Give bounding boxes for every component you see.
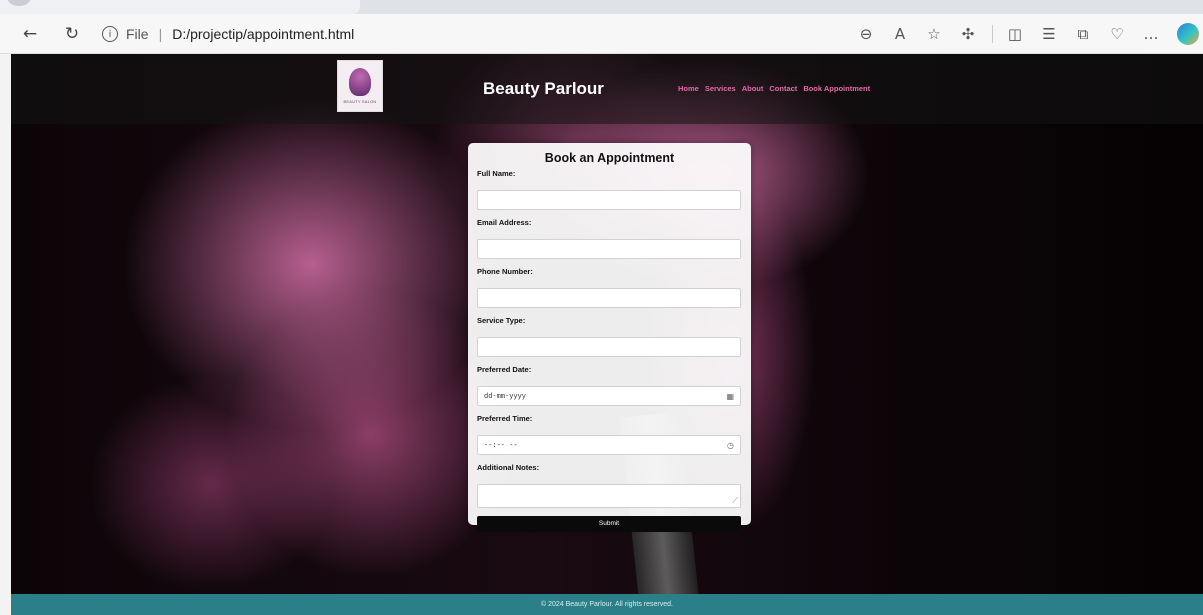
extensions-icon[interactable]: ✣ (956, 22, 980, 46)
refresh-icon[interactable]: ↻ (60, 22, 84, 46)
copilot-icon[interactable] (1177, 23, 1199, 45)
resize-grip-icon[interactable]: ⟋ (732, 496, 738, 506)
clock-icon[interactable]: ◷ (727, 441, 734, 450)
tab-strip (0, 0, 1203, 14)
split-screen-icon[interactable]: ◫ (1003, 22, 1027, 46)
full-name-input[interactable] (477, 190, 741, 210)
notes-label: Additional Notes: (477, 463, 540, 472)
appointment-form: Book an Appointment Full Name: Email Add… (468, 143, 751, 532)
active-tab[interactable] (0, 0, 360, 14)
calendar-icon[interactable]: ▦ (726, 392, 734, 401)
form-title: Book an Appointment (544, 151, 675, 165)
browser-toolbar: ← ↻ i File | D:/projectip/appointment.ht… (0, 14, 1203, 54)
site-footer: © 2024 Beauty Parlour. All rights reserv… (11, 594, 1203, 615)
nav-contact[interactable]: Contact (769, 84, 797, 93)
footer-text: © 2024 Beauty Parlour. All rights reserv… (540, 601, 673, 608)
full-name-label: Full Name: (477, 169, 516, 178)
preferred-time-label: Preferred Time: (477, 414, 533, 423)
preferred-time-input[interactable]: --:-- -- ◷ (477, 435, 741, 455)
notes-textarea[interactable]: ⟋ (477, 484, 741, 508)
zoom-icon[interactable]: ⊖ (854, 22, 878, 46)
more-icon[interactable]: … (1139, 22, 1163, 46)
address-protocol: File (126, 26, 149, 42)
info-icon[interactable]: i (102, 26, 118, 42)
nav-services[interactable]: Services (705, 84, 736, 93)
toolbar-icons: ⊖ A ☆ ✣ ◫ ☰ ⧉ ♡ … (844, 22, 1199, 46)
address-url[interactable]: D:/projectip/appointment.html (172, 26, 354, 42)
email-label: Email Address: (477, 218, 532, 227)
health-icon[interactable]: ♡ (1105, 22, 1129, 46)
date-placeholder: dd-mm-yyyy (484, 393, 527, 401)
read-aloud-icon[interactable]: A (888, 22, 912, 46)
logo-text: BEAUTY SALON (343, 99, 377, 104)
nav-about[interactable]: About (742, 84, 764, 93)
back-icon[interactable]: ← (18, 22, 42, 46)
site-brand: Beauty Parlour (483, 79, 604, 98)
main-nav: Home Services About Contact Book Appoint… (678, 84, 870, 93)
preferred-date-input[interactable]: dd-mm-yyyy ▦ (477, 386, 741, 406)
nav-book-appointment[interactable]: Book Appointment (803, 84, 870, 93)
page-viewport: BEAUTY SALON Beauty Parlour Home Service… (11, 54, 1203, 615)
site-header: BEAUTY SALON Beauty Parlour Home Service… (11, 54, 1203, 124)
submit-button[interactable]: Submit (477, 516, 741, 532)
collections-icon[interactable]: ⧉ (1071, 22, 1095, 46)
favorite-icon[interactable]: ☆ (922, 22, 946, 46)
preferred-date-label: Preferred Date: (477, 365, 532, 374)
phone-label: Phone Number: (477, 267, 533, 276)
address-separator: | (158, 26, 163, 42)
email-input[interactable] (477, 239, 741, 259)
toolbar-divider (992, 25, 993, 43)
address-bar[interactable]: i File | D:/projectip/appointment.html (102, 20, 922, 48)
phone-input[interactable] (477, 288, 741, 308)
service-type-input[interactable] (477, 337, 741, 357)
time-placeholder: --:-- -- (484, 442, 518, 450)
site-logo[interactable]: BEAUTY SALON (337, 60, 383, 112)
favorites-list-icon[interactable]: ☰ (1037, 22, 1061, 46)
nav-home[interactable]: Home (678, 84, 699, 93)
service-type-label: Service Type: (477, 316, 526, 325)
logo-mark-icon (349, 68, 371, 96)
